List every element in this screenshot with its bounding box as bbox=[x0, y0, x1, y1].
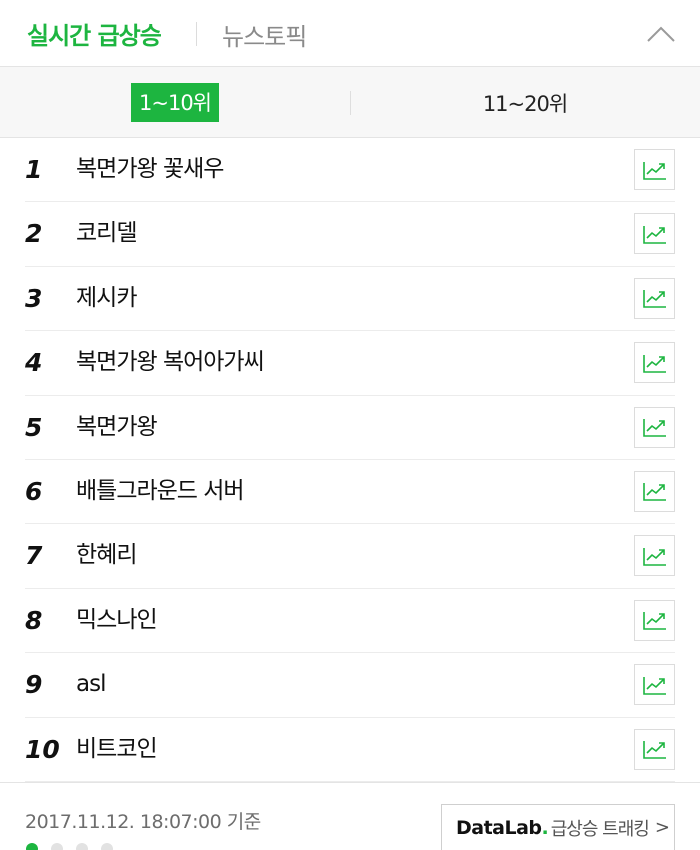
trend-chart-icon bbox=[642, 225, 666, 244]
chevron-right-icon: > bbox=[654, 817, 670, 838]
page-indicator-dot[interactable] bbox=[26, 843, 38, 850]
keyword-link[interactable]: 한혜리 bbox=[76, 524, 137, 587]
tab-rank-11-20[interactable]: 11~20위 bbox=[350, 67, 700, 138]
footer: 2017.11.12. 18:07:00 기준 DataLab. 급상승 트래킹… bbox=[0, 782, 700, 850]
rank-number: 9 bbox=[25, 670, 43, 700]
trend-chart-icon bbox=[642, 547, 666, 566]
rank-number: 3 bbox=[25, 283, 43, 313]
rank-number: 7 bbox=[25, 541, 43, 571]
rank-number: 1 bbox=[25, 155, 43, 184]
page-indicator bbox=[26, 843, 113, 850]
ranking-row[interactable]: 6 배틀그라운드 서버 bbox=[25, 460, 675, 525]
ranking-row[interactable]: 4 복면가왕 복어아가씨 bbox=[25, 331, 675, 396]
datalab-dot: . bbox=[541, 816, 549, 839]
datalab-logo: DataLab bbox=[456, 816, 542, 839]
tab-news-topic[interactable]: 뉴스토픽 bbox=[222, 17, 307, 52]
timestamp: 2017.11.12. 18:07:00 기준 bbox=[25, 811, 261, 833]
keyword-link[interactable]: 코리델 bbox=[76, 202, 137, 265]
ranking-row[interactable]: 3 제시카 bbox=[25, 267, 675, 332]
tab-separator bbox=[196, 22, 197, 46]
rank-number: 2 bbox=[25, 219, 43, 249]
datalab-label: 급상승 트래킹 bbox=[550, 818, 650, 840]
trend-chart-button[interactable] bbox=[634, 728, 675, 770]
page-indicator-dot[interactable] bbox=[101, 843, 113, 850]
rank-number: 8 bbox=[25, 605, 43, 635]
trend-chart-button[interactable] bbox=[634, 277, 675, 319]
rank-range-tabs: 1~10위 11~20위 bbox=[0, 67, 700, 138]
trend-chart-button[interactable] bbox=[634, 664, 675, 706]
tab-realtime-rising[interactable]: 실시간 급상승 bbox=[27, 16, 162, 51]
keyword-link[interactable]: 복면가왕 꽃새우 bbox=[76, 138, 224, 201]
page-indicator-dot[interactable] bbox=[51, 843, 63, 850]
rank-number: 10 bbox=[25, 734, 60, 764]
trend-chart-button[interactable] bbox=[634, 535, 675, 577]
trend-chart-button[interactable] bbox=[634, 599, 675, 641]
keyword-link[interactable]: 복면가왕 복어아가씨 bbox=[76, 331, 265, 394]
trend-chart-button[interactable] bbox=[634, 149, 675, 190]
ranking-list: 1 복면가왕 꽃새우 2 코리델 3 제시카 4 복면가왕 복어아가씨 5 복면… bbox=[0, 138, 700, 782]
collapse-button[interactable] bbox=[640, 14, 682, 54]
ranking-row[interactable]: 9 asl bbox=[25, 653, 675, 718]
keyword-link[interactable]: 배틀그라운드 서버 bbox=[76, 460, 245, 523]
keyword-link[interactable]: 믹스나인 bbox=[76, 589, 158, 652]
trend-chart-icon bbox=[642, 612, 666, 631]
keyword-link[interactable]: 제시카 bbox=[76, 267, 137, 330]
ranking-row[interactable]: 10 비트코인 bbox=[25, 718, 675, 782]
trend-chart-button[interactable] bbox=[634, 470, 675, 512]
trend-chart-icon bbox=[642, 161, 666, 180]
rank-number: 4 bbox=[25, 348, 43, 378]
datalab-tracking-button[interactable]: DataLab. 급상승 트래킹 > bbox=[441, 804, 675, 850]
trend-chart-icon bbox=[642, 354, 666, 373]
tab-rank-11-20-label: 11~20위 bbox=[482, 91, 568, 116]
trend-chart-icon bbox=[642, 741, 666, 759]
ranking-row[interactable]: 1 복면가왕 꽃새우 bbox=[25, 138, 675, 203]
tab-rank-1-10-label: 1~10위 bbox=[131, 83, 219, 122]
trend-chart-icon bbox=[642, 676, 666, 695]
page-indicator-dot[interactable] bbox=[76, 843, 88, 850]
keyword-link[interactable]: 비트코인 bbox=[76, 718, 158, 781]
keyword-link[interactable]: 복면가왕 bbox=[76, 396, 158, 459]
tab-rank-1-10[interactable]: 1~10위 bbox=[0, 67, 350, 138]
trend-chart-button[interactable] bbox=[634, 342, 675, 384]
trend-chart-icon bbox=[642, 290, 666, 309]
trend-chart-icon bbox=[642, 483, 666, 502]
top-header: 실시간 급상승 뉴스토픽 bbox=[0, 0, 700, 67]
ranking-row[interactable]: 5 복면가왕 bbox=[25, 396, 675, 460]
trend-chart-icon bbox=[642, 419, 666, 437]
rank-number: 5 bbox=[25, 412, 43, 442]
trend-chart-button[interactable] bbox=[634, 213, 675, 255]
ranking-row[interactable]: 2 코리델 bbox=[25, 202, 675, 267]
rank-number: 6 bbox=[25, 476, 43, 506]
trend-chart-button[interactable] bbox=[634, 406, 675, 448]
ranking-row[interactable]: 8 믹스나인 bbox=[25, 589, 675, 654]
keyword-link[interactable]: asl bbox=[76, 653, 106, 716]
ranking-row[interactable]: 7 한혜리 bbox=[25, 524, 675, 589]
chevron-up-icon bbox=[647, 26, 675, 42]
